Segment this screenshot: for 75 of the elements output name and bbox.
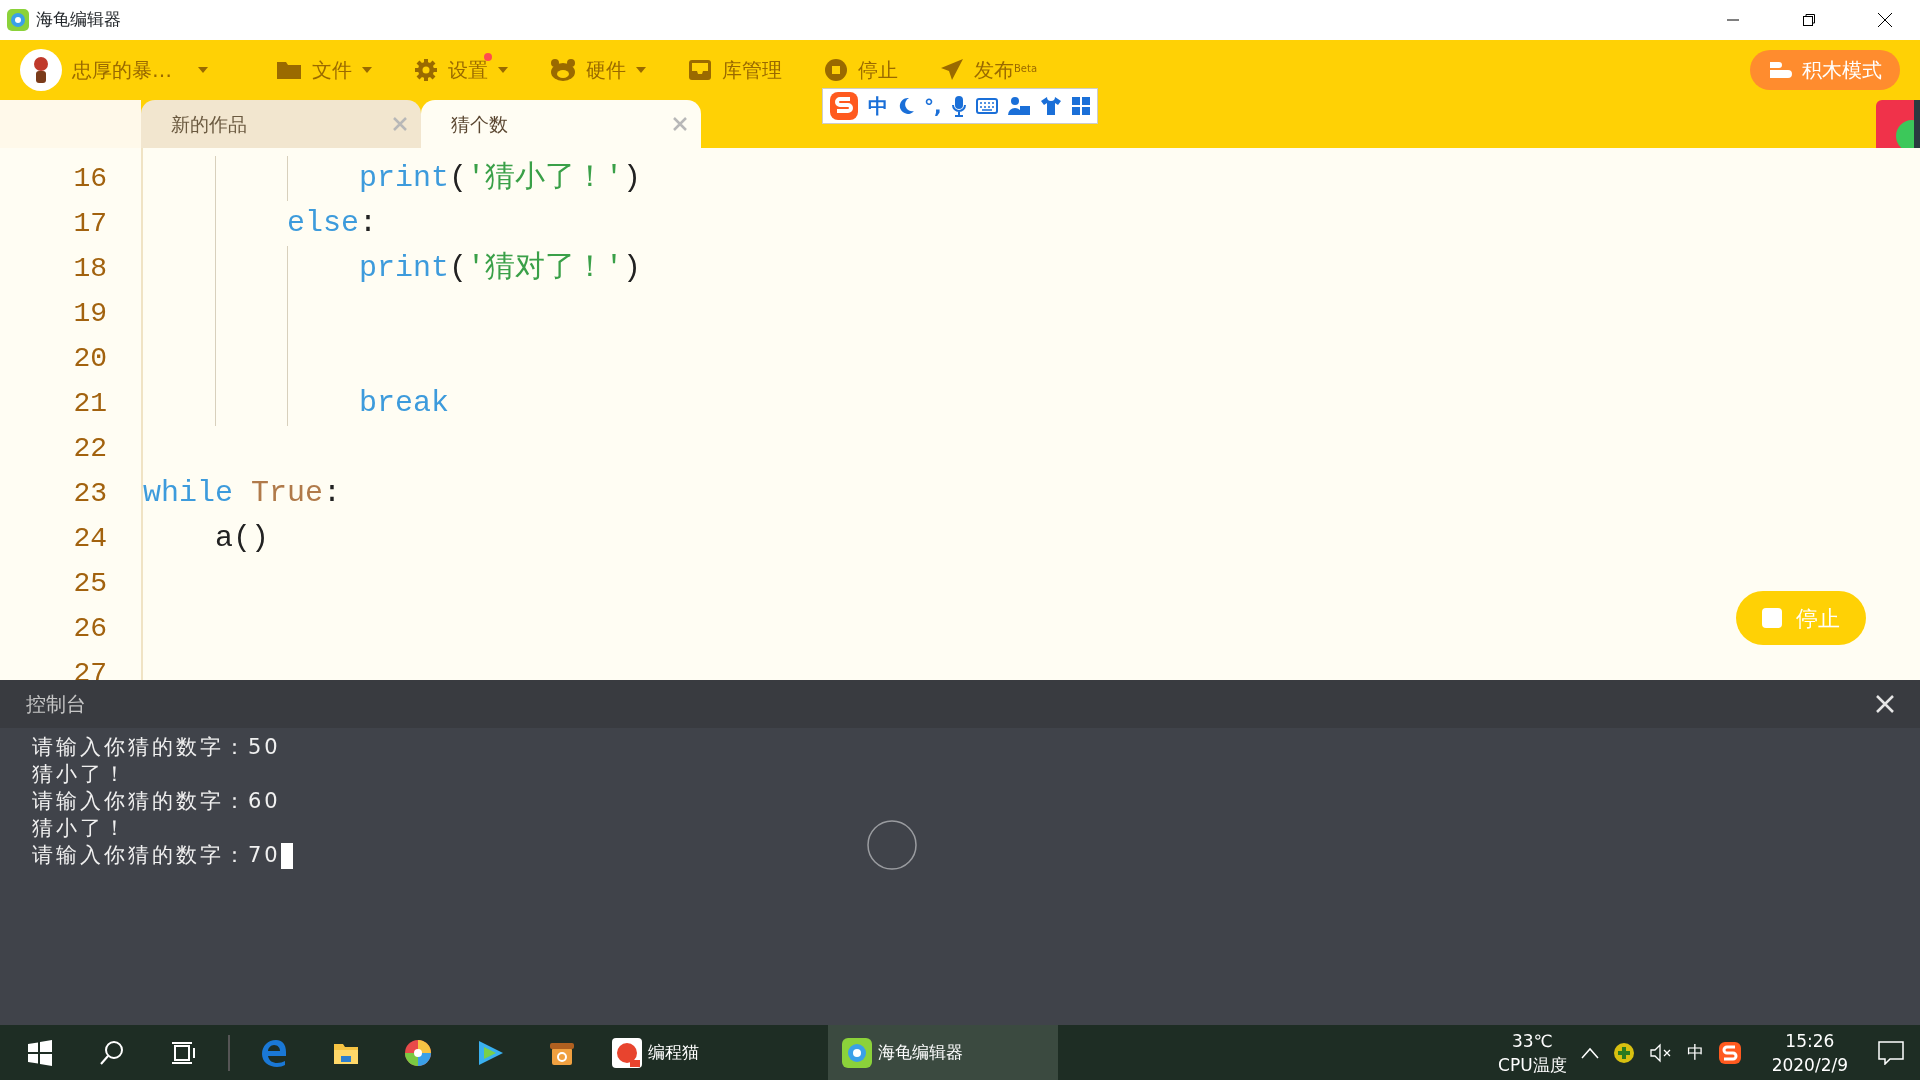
code-line: else: [287, 206, 378, 240]
menu-item[interactable]: 停止 [824, 55, 898, 85]
line-number: 26 [72, 612, 108, 646]
console-output: 请输入你猜的数字：70 [32, 843, 281, 867]
folder-icon [276, 59, 302, 81]
taskbar-app[interactable]: 编程猫 [598, 1025, 828, 1080]
menu-item[interactable]: 发布$^{Beta}$ [940, 55, 1038, 85]
shirt-icon[interactable] [1039, 96, 1062, 116]
security-plus-icon[interactable] [1612, 1041, 1635, 1064]
sogou-s-icon[interactable] [1717, 1040, 1742, 1065]
punctuation-toggle[interactable]: °, [924, 91, 942, 121]
menu-item[interactable]: 设置 [414, 55, 508, 85]
stop-icon [1762, 608, 1782, 628]
clock-date: 2020/2/9 [1771, 1053, 1848, 1077]
search-icon[interactable] [99, 1039, 125, 1066]
menu-item[interactable]: 文件 [276, 55, 372, 85]
gear-icon [414, 58, 438, 82]
line-number: 23 [72, 477, 108, 511]
code-line: print('猜对了！') [359, 251, 642, 285]
chevron-up-icon[interactable] [1580, 1046, 1599, 1059]
line-number: 17 [72, 207, 108, 241]
input-mode-indicator[interactable]: 中 [1686, 1039, 1704, 1066]
caret-icon [198, 67, 208, 73]
window-title: 海龟编辑器 [36, 8, 121, 32]
code-line: print('猜小了！') [359, 161, 642, 195]
block-mode-button[interactable]: 积木模式 [1750, 50, 1900, 90]
line-number: 22 [72, 432, 108, 466]
notification-icon[interactable] [1878, 1040, 1904, 1065]
avatar-icon [20, 49, 62, 91]
restore-icon [1802, 13, 1816, 27]
user-menu[interactable]: 忠厚的暴… [20, 48, 208, 92]
line-number: 21 [72, 387, 108, 421]
code-line: break [359, 386, 449, 420]
clock[interactable]: 15:26 2020/2/9 [1755, 1028, 1864, 1077]
microphone-icon[interactable] [950, 95, 967, 117]
console-output: 请输入你猜的数字：60 [32, 789, 281, 813]
pinwheel-icon[interactable] [404, 1038, 432, 1067]
close-icon [1877, 12, 1893, 28]
editor-tab[interactable]: 新的作品 [141, 100, 421, 148]
menu-item[interactable]: 硬件 [550, 55, 646, 85]
sogou-logo-icon [829, 91, 859, 121]
line-number: 18 [72, 252, 108, 286]
moon-icon[interactable] [897, 97, 915, 115]
stop-icon [824, 58, 848, 82]
line-number: 20 [72, 342, 108, 376]
blocks-icon [1768, 60, 1792, 80]
code-line: while True: [143, 476, 342, 510]
console-output: 猜小了！ [32, 816, 128, 840]
menu-item[interactable]: 库管理 [688, 55, 782, 85]
line-number: 16 [72, 162, 108, 196]
inbox-icon [688, 59, 712, 81]
line-number: 19 [72, 297, 108, 331]
editor-tab[interactable]: 猜个数 [421, 100, 701, 148]
circle-icon [866, 819, 918, 871]
grid-icon[interactable] [1070, 96, 1091, 116]
send-icon [940, 58, 964, 82]
temperature-label: CPU温度 [1498, 1053, 1567, 1077]
temperature-value: 33℃ [1512, 1029, 1553, 1053]
input-mode-toggle[interactable]: 中 [868, 91, 888, 121]
line-number: 25 [72, 567, 108, 601]
console-title: 控制台 [26, 691, 86, 718]
browser-e-icon[interactable] [260, 1038, 288, 1067]
play-icon[interactable] [476, 1038, 504, 1067]
keyboard-icon[interactable] [975, 98, 998, 114]
speaker-muted-icon[interactable] [1648, 1042, 1673, 1063]
user-name: 忠厚的暴… [72, 57, 172, 84]
windows-start-icon[interactable] [27, 1039, 53, 1066]
console-output: 请输入你猜的数字：50 [32, 735, 281, 759]
console-output: 猜小了！ [32, 762, 128, 786]
task-view-icon[interactable] [171, 1039, 197, 1066]
clock-time: 15:26 [1785, 1029, 1835, 1053]
code-line: a() [215, 521, 269, 555]
taskbar-app[interactable]: 海龟编辑器 [828, 1025, 1058, 1080]
line-number: 24 [72, 522, 108, 556]
user-icon[interactable] [1006, 96, 1031, 116]
